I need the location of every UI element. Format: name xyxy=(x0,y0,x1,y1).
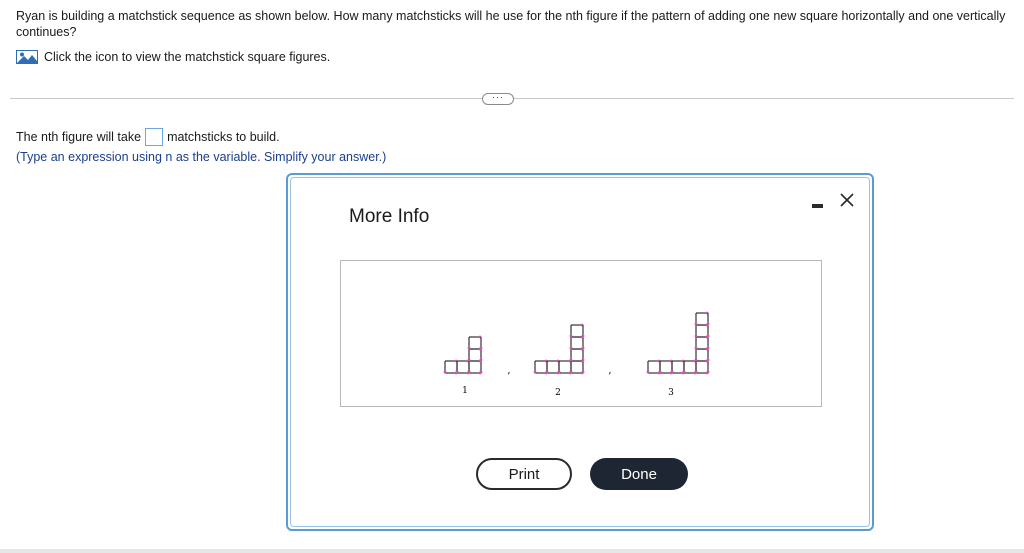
answer-suffix: matchsticks to build. xyxy=(167,130,280,144)
matchstick-figure-3 xyxy=(646,311,710,375)
match-head xyxy=(569,370,573,374)
match-head xyxy=(682,370,686,374)
match-head xyxy=(694,346,698,350)
answer-prefix: The nth figure will take xyxy=(16,130,142,144)
hint-row: Click the icon to view the matchstick sq… xyxy=(16,50,330,64)
match-head xyxy=(694,334,698,338)
expand-button[interactable]: ··· xyxy=(482,93,514,105)
more-info-dialog: More Info 1 2 3 , , Print Done xyxy=(286,173,874,531)
match-head xyxy=(580,347,584,351)
figure-label-1: 1 xyxy=(462,386,468,396)
match-head xyxy=(694,322,698,326)
match-head xyxy=(705,359,709,363)
figure-label-2: 2 xyxy=(555,388,561,398)
match-head xyxy=(580,359,584,363)
question-text: Ryan is building a matchstick sequence a… xyxy=(16,9,1006,39)
hint-text: Click the icon to view the matchstick sq… xyxy=(44,50,331,64)
match-head xyxy=(557,370,561,374)
match-head xyxy=(580,371,584,375)
match-head xyxy=(467,358,471,362)
match-head xyxy=(478,371,482,375)
match-head xyxy=(646,370,650,374)
match-head xyxy=(694,370,698,374)
match-head xyxy=(569,346,573,350)
matchstick-figure-1 xyxy=(443,335,483,375)
answer-input[interactable] xyxy=(145,128,164,146)
match-head xyxy=(467,370,471,374)
match-head xyxy=(670,370,674,374)
figure-separator-2: , xyxy=(608,365,611,376)
minimize-icon[interactable] xyxy=(811,198,825,212)
match-head xyxy=(533,370,537,374)
match-head xyxy=(443,370,447,374)
image-icon[interactable] xyxy=(16,50,38,64)
match-head xyxy=(694,358,698,362)
close-icon[interactable] xyxy=(837,190,857,210)
match-head xyxy=(455,370,459,374)
figure-separator-1: , xyxy=(507,365,510,376)
done-button[interactable]: Done xyxy=(590,458,688,490)
match-head xyxy=(580,335,584,339)
match-head xyxy=(658,370,662,374)
match-head xyxy=(705,335,709,339)
matchstick-figures-image: 1 2 3 , , xyxy=(340,260,822,407)
match-head xyxy=(705,347,709,351)
dialog-title: More Info xyxy=(349,206,430,227)
match-head xyxy=(569,358,573,362)
match-head xyxy=(705,323,709,327)
match-head xyxy=(705,371,709,375)
match-head xyxy=(569,334,573,338)
print-button[interactable]: Print xyxy=(476,458,572,490)
answer-instruction: (Type an expression using n as the varia… xyxy=(16,150,387,164)
matchstick-figure-2 xyxy=(533,323,585,375)
figure-label-3: 3 xyxy=(668,388,674,398)
match-head xyxy=(478,359,482,363)
match-head xyxy=(478,347,482,351)
footer-strip xyxy=(0,549,1024,553)
match-head xyxy=(467,346,471,350)
answer-row: The nth figure will take matchsticks to … xyxy=(16,128,280,146)
match-head xyxy=(545,370,549,374)
